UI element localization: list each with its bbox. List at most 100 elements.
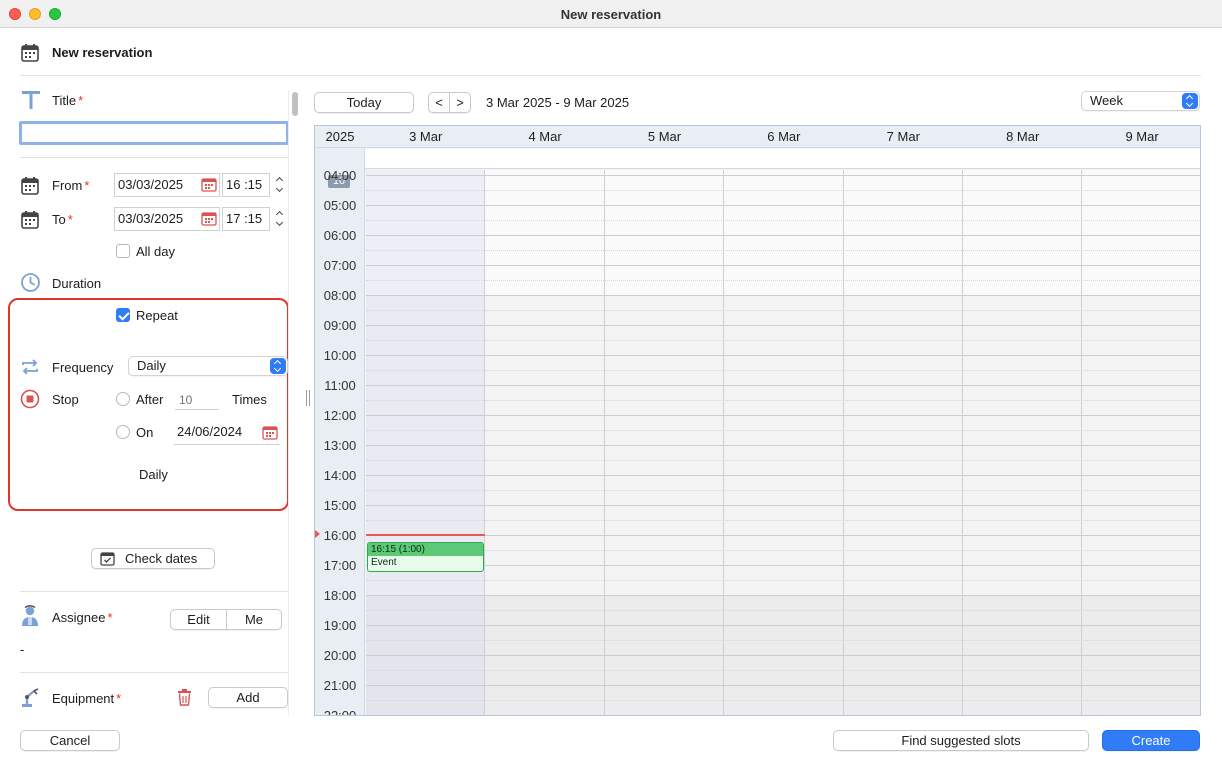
to-calendar-icon [21, 211, 39, 229]
from-time-stepper[interactable] [274, 174, 286, 196]
day-column[interactable] [724, 170, 844, 715]
repeat-label: Repeat [136, 308, 178, 323]
cancel-button[interactable]: Cancel [20, 730, 120, 751]
from-time-field[interactable]: 16 :15 [222, 173, 270, 197]
from-calendar-icon [21, 177, 39, 195]
to-label: To * [52, 212, 73, 227]
hour-label: 09:00 [323, 318, 357, 333]
window-title: New reservation [560, 7, 662, 22]
from-label: From * [52, 178, 90, 193]
on-label: On [136, 425, 154, 440]
next-week-button[interactable]: > [449, 92, 471, 113]
day-header: 9 Mar [1125, 129, 1159, 144]
find-suggested-slots-button[interactable]: Find suggested slots [833, 730, 1089, 751]
hour-label: 06:00 [323, 228, 357, 243]
previous-week-button[interactable]: < [428, 92, 450, 113]
hour-label: 22:00 [323, 708, 357, 716]
title-input[interactable] [19, 121, 289, 145]
time-axis: 10 04:00 05:00 06:00 07:00 08:00 09:00 10:00 11… [315, 148, 365, 716]
calendar-header: 2025 3 Mar 4 Mar 5 Mar 6 Mar 7 Mar 8 Mar 9 Mar [315, 126, 1200, 148]
to-time-field[interactable]: 17 :15 [222, 207, 270, 231]
page-title: New reservation [52, 45, 153, 60]
from-date-picker-icon[interactable] [201, 177, 217, 192]
hour-label: 17:00 [323, 558, 357, 573]
day-header: 8 Mar [1006, 129, 1040, 144]
day-column[interactable] [366, 170, 486, 715]
day-column[interactable] [963, 170, 1083, 715]
check-dates-button[interactable]: Check dates [91, 548, 215, 569]
create-button[interactable]: Create [1102, 730, 1200, 751]
assignee-edit-button[interactable]: Edit [170, 609, 227, 630]
day-header: 4 Mar [528, 129, 562, 144]
day-column[interactable] [844, 170, 963, 715]
assignee-value: - [20, 642, 25, 657]
stop-after-count-input[interactable] [175, 390, 219, 410]
all-day-row[interactable] [365, 149, 1200, 169]
assignee-me-button[interactable]: Me [226, 609, 282, 630]
left-panel-scrollbar[interactable] [292, 92, 298, 116]
frequency-select-arrows-icon [270, 358, 286, 374]
hour-label: 13:00 [323, 438, 357, 453]
equipment-label: Equipment * [52, 691, 122, 706]
all-day-label: All day [136, 244, 176, 259]
hour-label: 21:00 [323, 678, 357, 693]
after-label: After [136, 392, 164, 407]
calendar-year: 2025 [325, 129, 355, 144]
day-column[interactable] [485, 170, 605, 715]
times-label: Times [232, 392, 267, 407]
panel-splitter-handle[interactable] [306, 390, 310, 406]
calendar-event[interactable]: 16:15 (1:00) Event [367, 541, 485, 572]
hour-label: 18:00 [323, 588, 357, 603]
check-dates-icon [100, 552, 115, 566]
all-day-checkbox[interactable] [116, 244, 130, 258]
hour-label: 12:00 [323, 408, 357, 423]
today-button[interactable]: Today [314, 92, 414, 113]
calendar-view-select[interactable]: Week [1081, 91, 1200, 111]
day-header: 6 Mar [767, 129, 801, 144]
event-time: 16:15 (1:00) [368, 542, 484, 556]
clock-icon [21, 273, 40, 292]
day-header: 3 Mar [409, 129, 443, 144]
hour-label: 04:00 [323, 168, 357, 183]
frequency-label: Frequency [52, 360, 114, 375]
equipment-add-button[interactable]: Add [208, 687, 288, 708]
equipment-robot-arm-icon [22, 688, 39, 707]
title-label: Title * [52, 93, 84, 108]
hour-label: 07:00 [323, 258, 357, 273]
stop-on-date-picker-icon[interactable] [262, 425, 278, 440]
hour-gridline [366, 715, 1201, 716]
stop-label: Stop [52, 392, 79, 407]
window-titlebar: New reservation [0, 0, 1222, 28]
stop-after-radio[interactable] [116, 392, 130, 406]
hour-label: 05:00 [323, 198, 357, 213]
check-dates-divider [20, 591, 288, 592]
current-time-line [366, 534, 486, 536]
stop-icon [20, 389, 40, 409]
frequency-select[interactable]: Daily [128, 356, 288, 376]
title-divider [20, 157, 288, 158]
text-title-icon [22, 91, 40, 109]
hour-label: 11:00 [324, 378, 356, 393]
day-column[interactable] [605, 170, 725, 715]
day-header: 7 Mar [886, 129, 920, 144]
week-calendar[interactable]: 2025 3 Mar 4 Mar 5 Mar 6 Mar 7 Mar 8 Mar 9 Mar… [314, 125, 1201, 716]
repeat-summary: Daily [139, 467, 168, 482]
day-column[interactable] [1082, 170, 1200, 715]
calendar-icon [21, 44, 39, 62]
duration-label: Duration [52, 276, 102, 291]
assignee-divider [20, 672, 288, 673]
header-divider [20, 75, 1201, 76]
trash-icon[interactable] [176, 688, 193, 706]
stop-on-radio[interactable] [116, 425, 130, 439]
view-select-arrows-icon [1182, 93, 1198, 109]
assignee-person-icon [22, 605, 38, 626]
to-date-picker-icon[interactable] [201, 211, 217, 226]
event-title: Event [371, 556, 397, 568]
hour-label: 14:00 [323, 468, 357, 483]
hour-label: 08:00 [323, 288, 357, 303]
assignee-label: Assignee * [52, 610, 113, 625]
hour-label: 16:00 [323, 528, 357, 543]
to-time-stepper[interactable] [274, 208, 286, 230]
hour-label: 20:00 [323, 648, 357, 663]
repeat-checkbox[interactable] [116, 308, 130, 322]
